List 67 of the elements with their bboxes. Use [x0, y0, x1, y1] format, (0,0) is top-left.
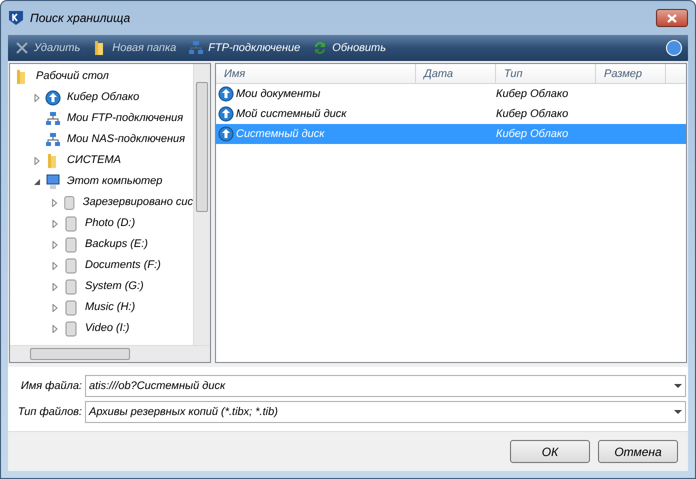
combo-field[interactable]: atis:///ob?Системный диск [85, 375, 686, 397]
computer-icon [45, 174, 61, 190]
expand-arrow-icon[interactable] [50, 304, 60, 312]
tree-item[interactable]: Video (I:) [85, 320, 130, 337]
toolbar-button[interactable]: Обновить [312, 40, 386, 56]
close-button[interactable] [656, 9, 688, 27]
tree-item[interactable]: СИСТЕМА [67, 152, 121, 169]
cloud-upload-icon [218, 106, 234, 122]
field-label: Тип файлов: [16, 404, 82, 420]
tree-item[interactable]: Этот компьютер [67, 173, 162, 190]
drive-icon [63, 320, 79, 336]
file-row[interactable]: Мои документы Кибер Облако [216, 84, 686, 104]
tree-item[interactable]: Backups (E:) [85, 236, 148, 253]
field-label: Имя файла: [20, 378, 82, 394]
file-name: Мои документы [236, 86, 320, 102]
close-icon [667, 14, 677, 22]
tree-item[interactable]: Documents (F:) [85, 257, 161, 274]
dropdown-arrow-icon[interactable] [674, 384, 682, 388]
tree-item[interactable]: Мои FTP-подключения [67, 110, 184, 127]
expand-arrow-icon[interactable] [50, 198, 60, 206]
expand-arrow-icon[interactable] [32, 94, 42, 102]
network-icon [188, 40, 204, 56]
drive-icon [63, 300, 79, 316]
cloud-upload-icon [45, 90, 61, 106]
file-name: Системный диск [236, 126, 324, 142]
app-logo-icon [8, 10, 24, 26]
tree-item[interactable]: System (G:) [85, 278, 144, 295]
column-header[interactable]: Дата [416, 64, 496, 83]
expand-arrow-icon[interactable] [50, 282, 60, 290]
dialog-button[interactable]: ОК [510, 440, 590, 463]
drive-icon [63, 216, 79, 232]
drive-icon [63, 258, 79, 274]
window-title: Поиск хранилища [30, 10, 130, 27]
file-type: Кибер Облако [496, 106, 568, 122]
expand-arrow-icon[interactable] [50, 262, 60, 270]
file-name: Мой системный диск [236, 106, 346, 122]
column-header[interactable]: Тип [496, 64, 596, 83]
expand-arrow-icon[interactable] [50, 324, 60, 332]
file-type: Кибер Облако [496, 86, 568, 102]
toolbar-button[interactable]: FTP-подключение [188, 40, 300, 56]
combo-field[interactable]: Архивы резервных копий (*.tibx; *.tib) [85, 401, 686, 423]
expand-arrow-icon[interactable] [50, 240, 60, 248]
vertical-scrollbar[interactable] [193, 64, 210, 345]
column-header[interactable]: Размер [596, 64, 666, 83]
column-header[interactable]: Имя [216, 64, 416, 83]
tree-item[interactable]: Photo (D:) [85, 215, 136, 232]
tree-item[interactable]: Зарезервировано сис [82, 194, 193, 211]
cloud-upload-icon [218, 86, 234, 102]
drive-icon [62, 194, 77, 210]
horizontal-scrollbar[interactable] [10, 345, 210, 362]
network-icon [45, 132, 61, 148]
tree-item[interactable]: Мои NAS-подключения [67, 131, 186, 148]
drive-icon [63, 278, 79, 294]
tree-item[interactable]: Music (H:) [85, 299, 136, 316]
delete-icon [14, 40, 30, 56]
drive-icon [63, 236, 79, 252]
collapse-arrow-icon[interactable] [32, 178, 42, 186]
tree-item[interactable]: Рабочий стол [36, 68, 109, 85]
dropdown-arrow-icon[interactable] [674, 410, 682, 414]
tree-item[interactable]: Кибер Облако [67, 89, 140, 106]
expand-arrow-icon[interactable] [50, 220, 60, 228]
cloud-upload-icon [218, 126, 234, 142]
expand-arrow-icon[interactable] [32, 156, 42, 164]
file-type: Кибер Облако [496, 126, 568, 142]
file-row[interactable]: Мой системный диск Кибер Облако [216, 104, 686, 124]
dialog-button[interactable]: Отмена [598, 440, 678, 463]
network-icon [45, 110, 61, 126]
